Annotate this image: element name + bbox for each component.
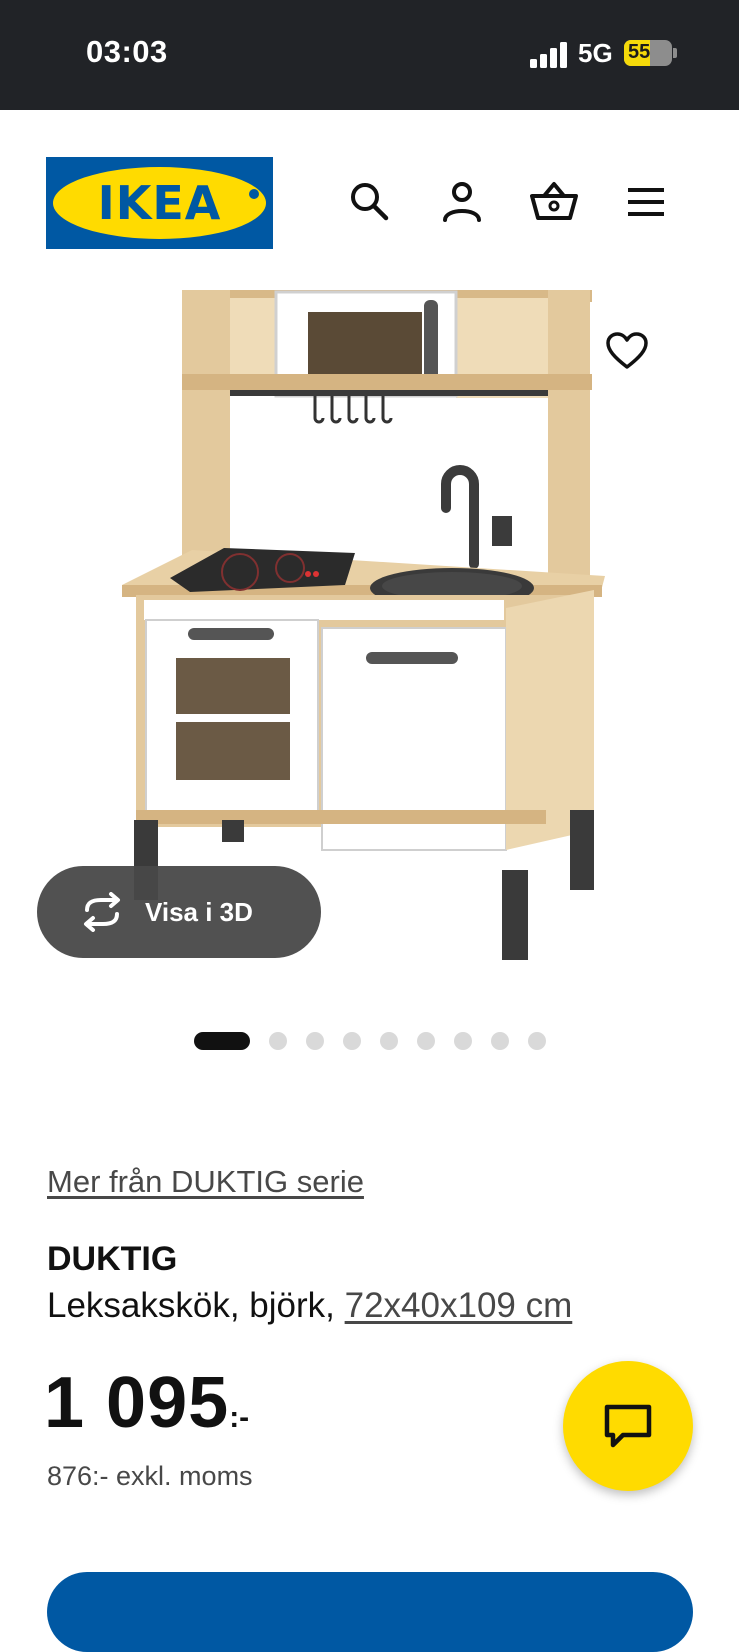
favorite-button[interactable] — [598, 322, 656, 380]
basket-icon[interactable] — [530, 180, 578, 224]
product-price: 1 095:- — [44, 1362, 249, 1444]
battery-indicator: 55 — [624, 40, 672, 66]
chat-button[interactable] — [563, 1361, 693, 1491]
product-name: DUKTIG — [47, 1240, 178, 1278]
carousel-dot-active[interactable] — [194, 1032, 250, 1050]
status-time: 03:03 — [86, 34, 168, 69]
heart-icon — [606, 332, 648, 369]
carousel-dot[interactable] — [528, 1032, 546, 1050]
product-description: Leksakskök, björk, 72x40x109 cm — [47, 1286, 572, 1326]
chat-icon — [604, 1404, 652, 1448]
series-link[interactable]: Mer från DUKTIG serie — [47, 1164, 364, 1200]
price-excl-vat: 876:- exkl. moms — [47, 1461, 253, 1491]
ikea-logo[interactable]: IKEA — [46, 157, 273, 249]
status-bar: 03:03 5G 55 — [0, 0, 739, 110]
carousel-dot[interactable] — [491, 1032, 509, 1050]
price-integer: 1 095 — [44, 1363, 230, 1443]
signal-icon — [530, 42, 567, 68]
price-suffix: :- — [229, 1401, 250, 1434]
carousel-dot[interactable] — [306, 1032, 324, 1050]
product-size-link[interactable]: 72x40x109 cm — [345, 1286, 573, 1325]
view-in-3d-label: Visa i 3D — [145, 896, 253, 927]
battery-cap — [673, 48, 677, 58]
network-type: 5G — [578, 38, 613, 68]
carousel-dot[interactable] — [343, 1032, 361, 1050]
registered-mark — [249, 189, 259, 199]
account-icon[interactable] — [440, 180, 484, 224]
product-type: Leksakskök, björk, — [47, 1286, 345, 1325]
menu-icon[interactable] — [624, 180, 668, 224]
carousel-dot[interactable] — [454, 1032, 472, 1050]
view-in-3d-button[interactable]: Visa i 3D — [37, 866, 321, 958]
image-carousel-dots — [194, 1031, 565, 1051]
rotate-3d-icon — [84, 892, 120, 932]
search-icon[interactable] — [348, 180, 392, 224]
carousel-dot[interactable] — [380, 1032, 398, 1050]
carousel-dot[interactable] — [269, 1032, 287, 1050]
add-to-cart-button[interactable] — [47, 1572, 693, 1652]
logo-text: IKEA — [97, 176, 222, 230]
battery-percent: 55 — [628, 41, 651, 63]
carousel-dot[interactable] — [417, 1032, 435, 1050]
